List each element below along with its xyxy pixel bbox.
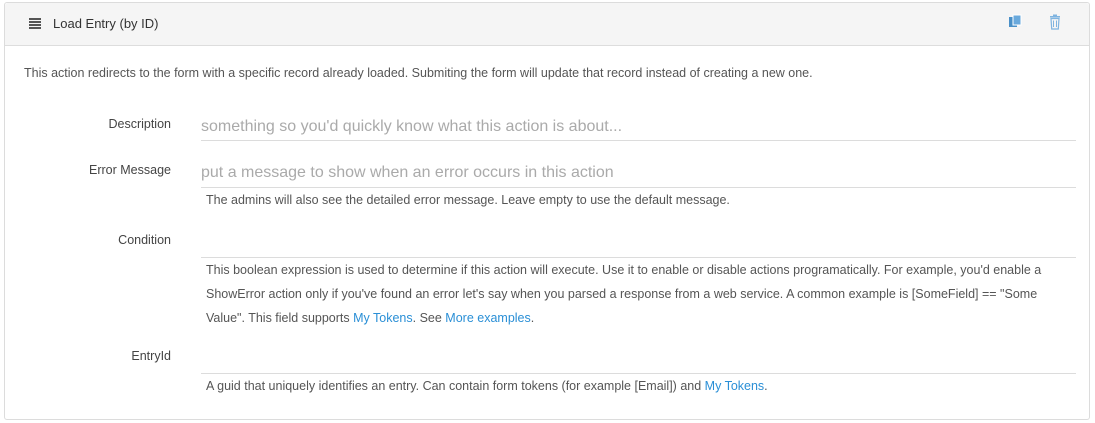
entry-id-help: A guid that uniquely identifies an entry… [206, 374, 1076, 398]
error-message-label: Error Message [89, 163, 171, 177]
my-tokens-link[interactable]: My Tokens [353, 311, 413, 325]
condition-help-text: This boolean expression is used to deter… [206, 263, 1042, 325]
error-message-input[interactable] [201, 159, 1076, 188]
entry-id-help-end: . [764, 379, 768, 393]
condition-input[interactable] [201, 229, 1076, 258]
description-input[interactable] [201, 113, 1076, 141]
condition-label: Condition [118, 233, 171, 247]
hamburger-icon[interactable] [29, 18, 41, 29]
panel-title: Load Entry (by ID) [53, 16, 159, 31]
entry-id-help-text: A guid that uniquely identifies an entry… [206, 379, 705, 393]
trash-icon[interactable] [1048, 14, 1062, 30]
more-examples-link[interactable]: More examples [445, 311, 530, 325]
action-panel: Load Entry (by ID) This action redirects… [4, 2, 1090, 420]
condition-help: This boolean expression is used to deter… [206, 258, 1076, 330]
condition-help-mid: . See [412, 311, 446, 325]
copy-icon[interactable] [1008, 14, 1022, 30]
error-message-help: The admins will also see the detailed er… [206, 193, 730, 207]
entry-id-input[interactable] [201, 345, 1076, 374]
description-label: Description [108, 117, 171, 131]
entry-id-label: EntryId [131, 349, 171, 363]
condition-help-end: . [530, 311, 535, 325]
intro-text: This action redirects to the form with a… [24, 66, 813, 80]
entry-id-my-tokens-link[interactable]: My Tokens [705, 379, 765, 393]
panel-header: Load Entry (by ID) [5, 3, 1089, 46]
